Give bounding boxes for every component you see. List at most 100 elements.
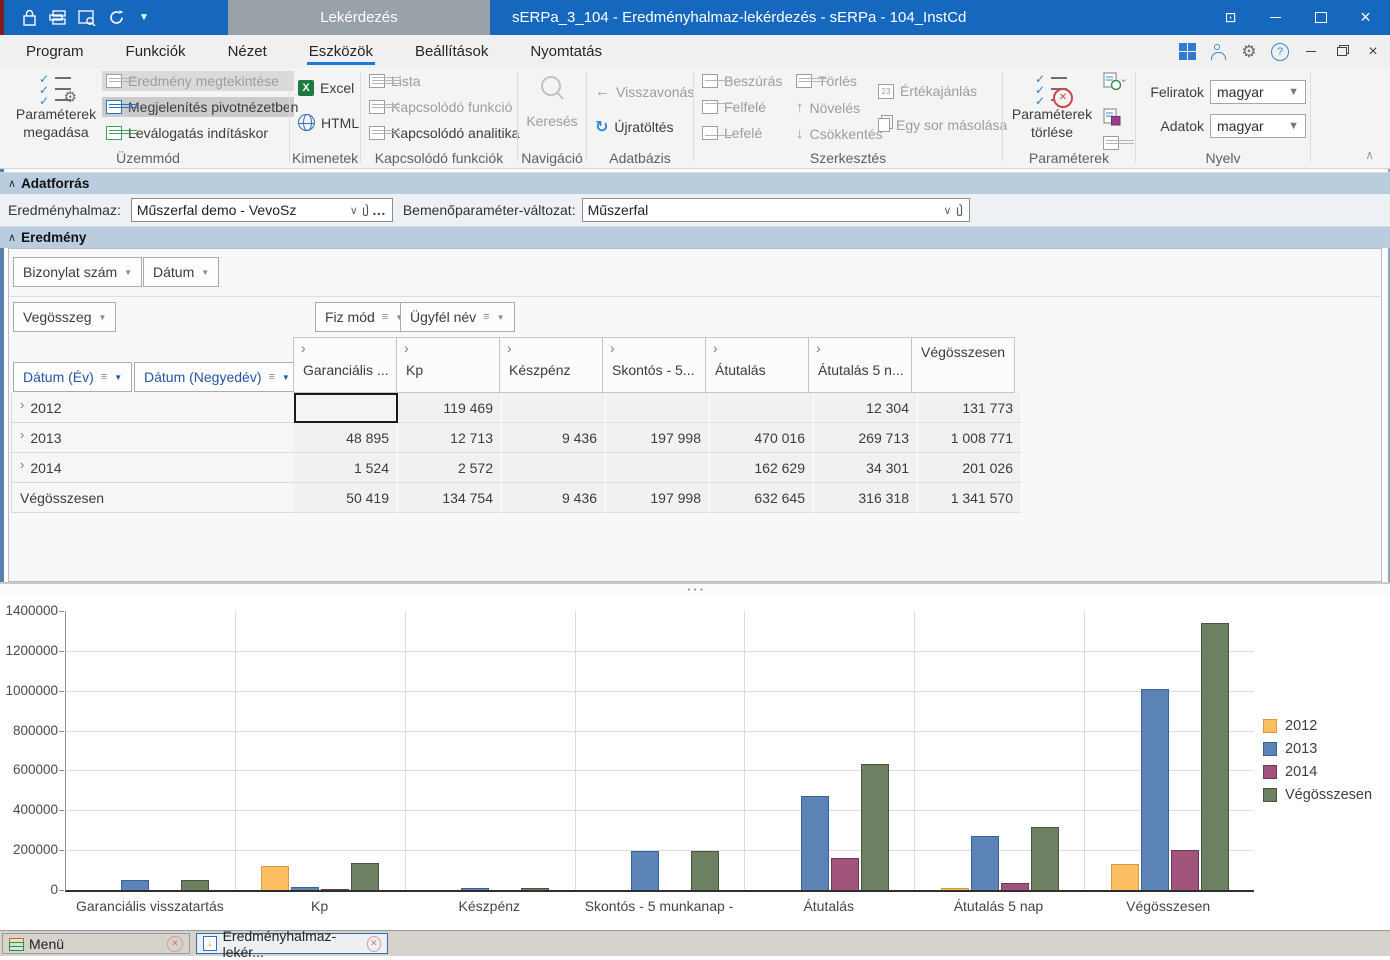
bar-Végösszesen[interactable] [861, 764, 889, 890]
taskbar-tab-eredmenyhalmaz[interactable]: ↓ Eredményhalmaz-lekér... ✕ [196, 933, 388, 954]
pivot-cell[interactable]: 470 016 [710, 423, 814, 453]
data-field-vegosszeg[interactable]: Vegösszeg▼ [13, 302, 116, 332]
bar-2013[interactable] [121, 880, 149, 890]
result-view-button[interactable]: Eredmény megtekintése [102, 71, 294, 91]
expand-chevron-icon[interactable]: › [20, 397, 24, 412]
pivot-cell[interactable]: 2 572 [398, 453, 502, 483]
pivot-row-header[interactable]: ›2014 [11, 453, 294, 483]
quickbar-dropdown-icon[interactable]: ▼ [139, 12, 149, 23]
document-tab[interactable]: Lekérdezés [228, 0, 490, 35]
captions-language-select[interactable]: magyar▼ [1210, 80, 1306, 104]
filter-field-datum[interactable]: Dátum▼ [143, 257, 219, 287]
increase-button[interactable]: ↑ Növelés [792, 97, 864, 118]
pivot-cell[interactable]: 131 773 [918, 393, 1022, 423]
pivot-cell[interactable]: 50 419 [294, 483, 398, 513]
pivot-column-header[interactable]: Végösszesen [911, 337, 1015, 393]
parameters-save-button[interactable] [1099, 106, 1125, 131]
expand-chevron-icon[interactable]: › [301, 340, 306, 356]
list-button[interactable]: Lista [365, 71, 425, 91]
ellipsis-browse-icon[interactable]: … [372, 202, 387, 218]
input-param-combobox[interactable]: Műszerfal ∨ [582, 198, 970, 222]
pivot-cell[interactable]: 269 713 [814, 423, 918, 453]
bar-Végösszesen[interactable] [1201, 623, 1229, 890]
reload-button[interactable]: ↻ Újratöltés [591, 115, 678, 139]
bar-2013[interactable] [461, 888, 489, 890]
pivot-cell[interactable] [606, 393, 710, 423]
pivot-cell[interactable] [502, 453, 606, 483]
menu-funkciok[interactable]: Funkciók [124, 38, 188, 65]
pivot-cell[interactable]: 1 341 570 [918, 483, 1022, 513]
pivot-cell[interactable]: 1 008 771 [918, 423, 1022, 453]
bar-Végösszesen[interactable] [691, 851, 719, 890]
expand-chevron-icon[interactable]: › [404, 340, 409, 356]
pivot-view-button[interactable]: Megjelenítés pivotnézetben [102, 97, 294, 117]
copy-row-button[interactable]: Egy sor másolása [874, 115, 1011, 135]
mdi-close-button[interactable]: × [1364, 43, 1382, 61]
move-up-button[interactable]: Felfelé [698, 97, 770, 117]
bar-2013[interactable] [971, 836, 999, 890]
close-button[interactable]: × [1343, 0, 1388, 35]
expand-chevron-icon[interactable]: › [610, 340, 615, 356]
excel-export-button[interactable]: X Excel [294, 78, 358, 98]
bar-2013[interactable] [291, 887, 319, 890]
refresh-icon[interactable] [108, 9, 125, 26]
pivot-row-header[interactable]: ›2012 [11, 393, 294, 423]
menu-beallitasok[interactable]: Beállítások [413, 38, 490, 65]
pivot-cell[interactable] [710, 393, 814, 423]
legend-item[interactable]: 2012 [1263, 718, 1372, 734]
bar-2014[interactable] [321, 889, 349, 890]
pivot-row-header[interactable]: Végösszesen [11, 483, 294, 513]
menu-nyomtatas[interactable]: Nyomtatás [528, 38, 604, 65]
chevron-down-icon[interactable]: ∨ [944, 204, 952, 217]
pivot-cell[interactable] [294, 393, 398, 423]
related-function-button[interactable]: Kapcsolódó funkció [365, 97, 516, 117]
bar-Végösszesen[interactable] [521, 888, 549, 890]
pivot-row-header[interactable]: ›2013 [11, 423, 294, 453]
menu-program[interactable]: Program [24, 38, 86, 65]
splitter-handle-icon[interactable]: ··· [687, 587, 706, 593]
maximize-button[interactable] [1298, 0, 1343, 35]
menu-nezet[interactable]: Nézet [226, 38, 269, 65]
paperclip-icon[interactable] [955, 203, 964, 218]
related-analytics-button[interactable]: Kapcsolódó analitika [365, 123, 523, 143]
expand-chevron-icon[interactable]: › [507, 340, 512, 356]
bar-2012[interactable] [1111, 864, 1139, 890]
paperclip-icon[interactable] [361, 203, 370, 218]
bar-Végösszesen[interactable] [351, 863, 379, 890]
result-section-header[interactable]: ∧ Eredmény [0, 226, 1390, 248]
legend-item[interactable]: Végösszesen [1263, 787, 1372, 803]
parameters-set-button[interactable]: ✓ ✓ ✓ ⚙ Paraméterek megadása [12, 72, 100, 141]
expand-chevron-icon[interactable]: › [816, 340, 821, 356]
move-down-button[interactable]: Lefelé [698, 123, 766, 143]
bar-2014[interactable] [1171, 850, 1199, 890]
taskbar-tab-menu[interactable]: Menü ✕ [2, 933, 190, 954]
mdi-minimize-button[interactable] [1302, 43, 1320, 61]
pivot-column-header[interactable]: ›Átutalás 5 n... [808, 337, 912, 393]
pivot-cell[interactable]: 9 436 [502, 483, 606, 513]
legend-item[interactable]: 2013 [1263, 741, 1372, 757]
pivot-cell[interactable]: 12 304 [814, 393, 918, 423]
delete-button[interactable]: Törlés [792, 71, 861, 91]
filter-on-start-button[interactable]: Leválogatás indításkor [102, 123, 272, 143]
pivot-cell[interactable]: 34 301 [814, 453, 918, 483]
bar-Végösszesen[interactable] [1031, 827, 1059, 890]
filter-field-bizonylat-szam[interactable]: Bizonylat szám▼ [13, 257, 142, 287]
pivot-cell[interactable]: 316 318 [814, 483, 918, 513]
bar-Végösszesen[interactable] [181, 880, 209, 890]
datasource-section-header[interactable]: ∧ Adatforrás [0, 172, 1390, 194]
resultset-combobox[interactable]: Műszerfal demo - VevoSz ∨ … [131, 198, 393, 222]
expand-chevron-icon[interactable]: › [20, 427, 24, 442]
data-language-select[interactable]: magyar▼ [1210, 114, 1306, 138]
help-icon[interactable]: ? [1271, 43, 1289, 61]
pivot-cell[interactable]: 12 713 [398, 423, 502, 453]
bar-2012[interactable] [261, 866, 289, 890]
legend-item[interactable]: 2014 [1263, 764, 1372, 780]
pivot-column-header[interactable]: ›Skontós - 5... [602, 337, 706, 393]
pivot-cell[interactable]: 9 436 [502, 423, 606, 453]
pivot-column-header[interactable]: ›Készpénz [499, 337, 603, 393]
user-icon[interactable] [1209, 43, 1227, 61]
mdi-restore-button[interactable] [1333, 43, 1351, 61]
chevron-down-icon[interactable]: ∨ [350, 204, 358, 217]
pivot-column-header[interactable]: ›Garanciális ... [293, 337, 397, 393]
parameters-dropdown-icon[interactable]: ⌄ [1115, 70, 1132, 87]
